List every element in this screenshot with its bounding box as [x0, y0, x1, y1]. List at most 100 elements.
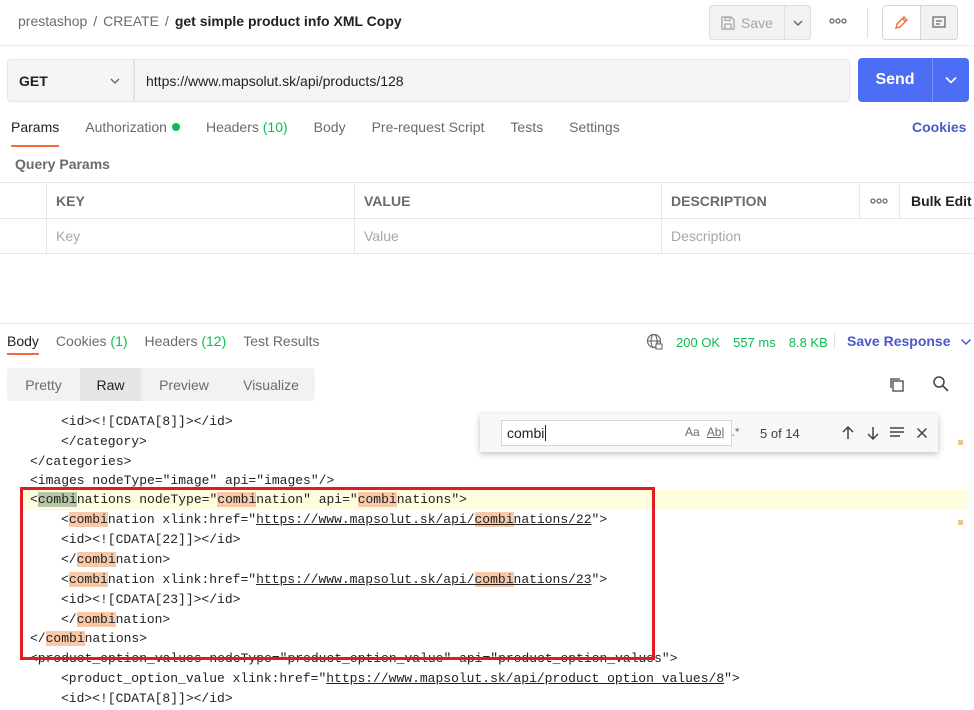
tab-tests[interactable]: Tests — [510, 119, 543, 143]
copy-icon — [890, 378, 904, 392]
tab-label: Pre-request Script — [371, 119, 485, 135]
status-dot-icon — [171, 123, 180, 131]
breadcrumb-folder[interactable]: CREATE — [103, 13, 159, 29]
table-header-row: KEY VALUE DESCRIPTION Bulk Edit — [0, 182, 974, 218]
tab-test-results[interactable]: Test Results — [243, 333, 319, 349]
request-title[interactable]: get simple product info XML Copy — [175, 13, 402, 29]
match-count: 5 of 14 — [760, 426, 800, 441]
bulk-edit-button[interactable]: Bulk Edit — [899, 183, 974, 218]
key-input[interactable]: Key — [46, 219, 354, 253]
tab-response-headers[interactable]: Headers (12) — [145, 333, 227, 349]
find-query: combi — [507, 425, 545, 441]
arrow-up-icon — [842, 425, 854, 439]
more-dots-icon — [829, 18, 847, 24]
code-line: <product_option_value xlink:href="https:… — [61, 669, 740, 689]
tab-label: Authorization — [85, 119, 167, 135]
pencil-icon — [895, 15, 909, 29]
breadcrumb-separator: / — [93, 13, 98, 29]
lines-icon — [890, 427, 904, 437]
column-options-button[interactable] — [859, 183, 899, 218]
send-button[interactable]: Send — [858, 58, 933, 102]
code-line: </categories> — [30, 454, 132, 469]
breadcrumb-separator: / — [164, 13, 169, 29]
save-button[interactable]: Save — [709, 5, 785, 40]
regex-toggle[interactable]: .* — [731, 425, 739, 439]
request-tabs: Params Authorization Headers (10) Body P… — [11, 119, 646, 147]
tab-count: (1) — [110, 333, 128, 349]
tab-label: Params — [11, 119, 60, 135]
scrollbar-match-marker — [958, 440, 963, 445]
code-token: <product_option_value xlink:href=" — [61, 671, 327, 686]
code-link[interactable]: https://www.mapsolut.sk/api/product_opti… — [326, 671, 724, 686]
match-case-toggle[interactable]: Aa — [685, 425, 700, 439]
cookies-link[interactable]: Cookies — [912, 119, 966, 135]
find-widget: combi Aa Ab| .* 5 of 14 — [480, 414, 938, 452]
tab-label: Test Results — [243, 333, 320, 349]
find-options: Aa Ab| .* — [685, 425, 740, 439]
tab-response-body[interactable]: Body — [7, 333, 39, 355]
tab-label: Headers — [205, 119, 259, 135]
value-input[interactable]: Value — [354, 219, 661, 253]
scrollbar-match-marker — [958, 520, 963, 525]
chevron-down-icon — [792, 19, 803, 26]
save-options-button[interactable] — [785, 5, 811, 40]
tab-settings[interactable]: Settings — [569, 119, 620, 143]
response-tabs: Body Cookies (1) Headers (12) Test Resul… — [7, 333, 337, 355]
response-status: 200 OK 557 ms 8.8 KB — [646, 333, 841, 351]
code-line: <id><![CDATA[8]]></id> — [61, 414, 233, 429]
code-line: </category> — [61, 434, 147, 449]
response-time[interactable]: 557 ms — [733, 335, 776, 350]
tab-headers[interactable]: Headers (10) — [206, 119, 288, 143]
tab-label: Body — [313, 119, 346, 135]
code-line: <id><![CDATA[8]]></id> — [61, 691, 233, 706]
tab-label: Tests — [510, 119, 544, 135]
header-divider — [867, 8, 868, 38]
code-token: "> — [724, 671, 740, 686]
save-response-label: Save Response — [847, 333, 951, 349]
send-options-button[interactable] — [933, 58, 969, 102]
tab-authorization[interactable]: Authorization — [85, 119, 180, 143]
header-bar: prestashop / CREATE / get simple product inf… — [0, 0, 974, 46]
tab-pre-request-script[interactable]: Pre-request Script — [372, 119, 485, 143]
url-input[interactable]: https://www.mapsolut.sk/api/products/128 — [134, 59, 850, 102]
send-button-group: Send — [858, 58, 969, 102]
tab-count: (12) — [201, 333, 227, 349]
comments-button[interactable] — [920, 6, 957, 39]
next-match-button[interactable] — [865, 425, 881, 441]
tab-raw[interactable]: Raw — [80, 368, 141, 401]
description-input[interactable]: Description — [661, 219, 974, 253]
tab-pretty[interactable]: Pretty — [7, 368, 80, 401]
globe-lock-icon[interactable] — [646, 333, 664, 351]
table-row: Key Value Description — [0, 218, 974, 254]
url-text: https://www.mapsolut.sk/api/products/128 — [146, 72, 404, 89]
tab-params[interactable]: Params — [11, 119, 60, 147]
save-response-button[interactable]: Save Response — [834, 333, 972, 349]
close-find-button[interactable] — [914, 425, 930, 441]
search-button[interactable] — [932, 375, 950, 396]
tab-label: Settings — [569, 119, 620, 135]
whole-word-toggle[interactable]: Ab| — [707, 425, 725, 439]
text-cursor — [545, 425, 547, 441]
previous-match-button[interactable] — [840, 425, 856, 441]
query-params-title: Query Params — [15, 156, 110, 172]
response-size[interactable]: 8.8 KB — [789, 335, 828, 350]
tab-response-cookies[interactable]: Cookies (1) — [56, 333, 128, 349]
chevron-down-icon — [961, 338, 972, 346]
copy-button[interactable] — [888, 376, 906, 397]
status-code[interactable]: 200 OK — [676, 335, 720, 350]
method-label: GET — [19, 72, 48, 89]
breadcrumb-workspace[interactable]: prestashop — [18, 13, 87, 29]
more-options-button[interactable] — [826, 11, 850, 33]
tab-label: Cookies — [55, 333, 107, 349]
tab-preview[interactable]: Preview — [141, 368, 227, 401]
search-icon — [933, 376, 949, 392]
tab-body[interactable]: Body — [314, 119, 346, 143]
comment-icon — [932, 15, 946, 28]
more-dots-icon — [870, 197, 888, 204]
format-tabs: Pretty Raw Preview Visualize — [7, 368, 315, 401]
method-select[interactable]: GET — [7, 59, 134, 102]
tab-visualize[interactable]: Visualize — [227, 368, 315, 401]
find-in-selection-button[interactable] — [889, 425, 905, 441]
edit-mode-button[interactable] — [883, 6, 921, 39]
chevron-down-icon — [110, 78, 120, 85]
